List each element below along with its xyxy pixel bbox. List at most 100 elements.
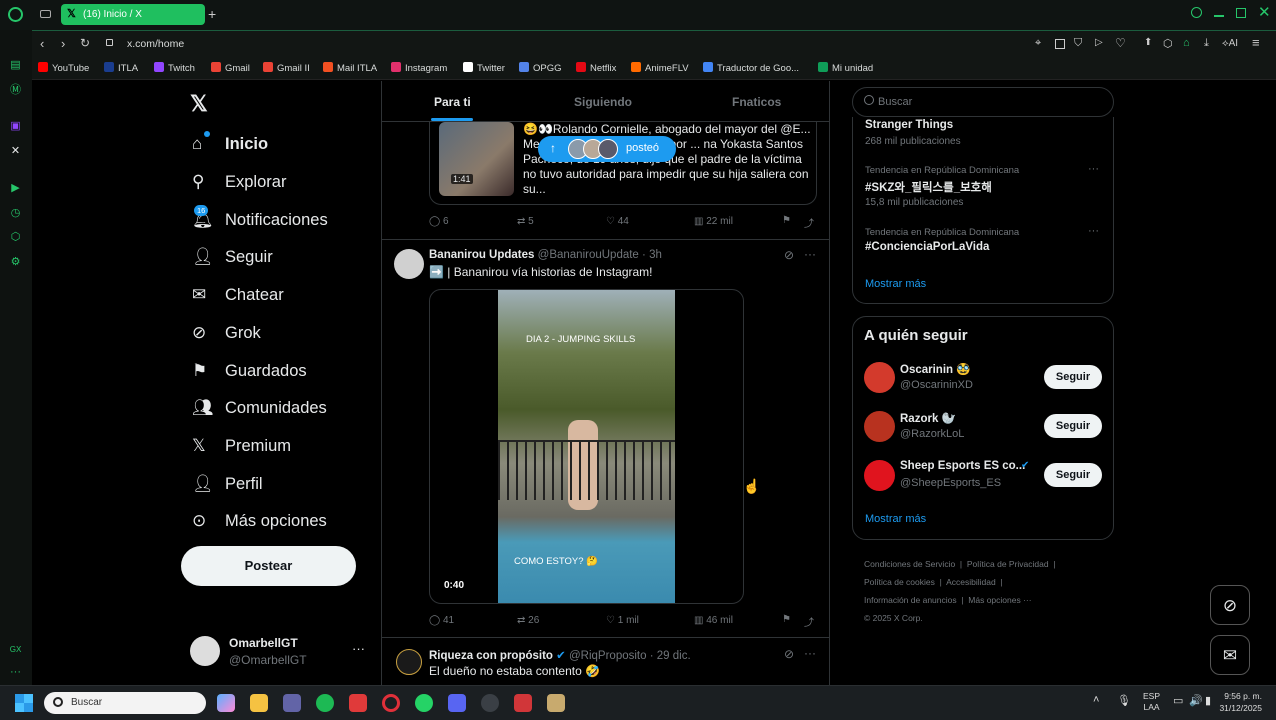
follow-name[interactable]: Sheep Esports ES co...	[900, 460, 1025, 472]
bookmark-item[interactable]: Gmail II	[263, 62, 310, 74]
vpn-icon[interactable]: ⬆	[1144, 37, 1152, 48]
pin-icon[interactable]: ⌖	[1035, 37, 1041, 50]
author-handle[interactable]: @RiqProposito	[569, 650, 647, 662]
more-side-icon[interactable]: ···	[9, 666, 22, 679]
bookmark-item[interactable]: Mi unidad	[818, 62, 873, 74]
follow-button[interactable]: Seguir	[1044, 365, 1102, 389]
share-icon[interactable]: ⤴	[804, 215, 814, 230]
avatar[interactable]	[864, 362, 895, 393]
forward-icon[interactable]: ›	[61, 36, 65, 51]
tab-para-ti[interactable]: Para ti	[434, 95, 471, 109]
search-tabs-icon[interactable]	[1191, 7, 1202, 18]
history-icon[interactable]: ◷	[9, 207, 22, 220]
author-name[interactable]: Riqueza con propósito	[429, 650, 553, 662]
tab-fnaticos[interactable]: Fnaticos	[732, 95, 781, 109]
bookmark-item[interactable]: Gmail	[211, 62, 250, 74]
follow-button[interactable]: Seguir	[1044, 463, 1102, 487]
follow-name[interactable]: Oscarinin 🥸	[900, 362, 971, 376]
clock[interactable]: 9:56 p. m. 31/12/2025	[1214, 690, 1262, 714]
bookmark-item[interactable]: Netflix	[576, 62, 616, 74]
battery-icon[interactable]: ▮	[1205, 694, 1211, 707]
post-button[interactable]: Postear	[181, 546, 356, 586]
snapshot-icon[interactable]	[1055, 39, 1065, 49]
gx-icon[interactable]: GX	[9, 643, 22, 656]
mic-icon[interactable]: 🎙	[1117, 694, 1131, 707]
heart-icon[interactable]: ♡	[1115, 36, 1126, 50]
ai-button[interactable]: ⟡AI	[1222, 38, 1238, 49]
avatar[interactable]	[864, 411, 895, 442]
grok-icon[interactable]: ⊘	[784, 647, 794, 661]
avatar[interactable]	[864, 460, 895, 491]
bookmark-item[interactable]: Twitter	[463, 62, 505, 74]
settings-icon[interactable]: ⚙	[9, 256, 22, 269]
discord-icon[interactable]	[448, 694, 466, 712]
trend-title[interactable]: Stranger Things	[865, 119, 953, 131]
bookmark-item[interactable]: Mail ITLA	[323, 62, 377, 74]
close-window-icon[interactable]: ✕	[1258, 3, 1271, 21]
footer-link[interactable]: Accesibilidad	[946, 577, 996, 587]
steam-icon[interactable]	[481, 694, 499, 712]
avatar[interactable]	[394, 249, 424, 279]
minimize-icon[interactable]	[1214, 15, 1224, 17]
lang-indicator[interactable]: ESP LAA	[1143, 691, 1160, 713]
tweet-time[interactable]: 29 dic.	[657, 650, 691, 662]
tweet-2[interactable]: Bananirou Updates @BananirouUpdate · 3h …	[382, 241, 829, 638]
bookmark-icon[interactable]: ⚑	[782, 614, 791, 625]
tab-x-home[interactable]: 𝕏 (16) Inicio / X	[61, 4, 205, 25]
reply-action[interactable]: ◯ 6	[429, 216, 449, 227]
follow-name[interactable]: Razork 🦭	[900, 411, 956, 425]
video-player[interactable]: DIA 2 - JUMPING SKILLS COMO ESTOY? 🤔 0:4…	[429, 289, 744, 604]
volume-icon[interactable]: 🔊	[1189, 694, 1203, 707]
tweet-1-thumbnail[interactable]: 1:41	[439, 122, 514, 196]
trend-title[interactable]: #ConcienciaPorLaVida	[865, 241, 989, 253]
avatar[interactable]	[396, 649, 422, 675]
aria-icon[interactable]: ▤	[9, 59, 22, 72]
new-tab-icon[interactable]: +	[208, 6, 216, 22]
network-icon[interactable]: ▭	[1173, 694, 1183, 707]
more-dots-icon[interactable]: ···	[804, 247, 816, 261]
messages-float-button[interactable]: ✉	[1210, 635, 1250, 675]
bookmark-item[interactable]: AnimeFLV	[631, 62, 689, 74]
taskbar-search[interactable]: Buscar	[44, 692, 206, 714]
share-icon[interactable]: ⤴	[804, 614, 814, 629]
follow-button[interactable]: Seguir	[1044, 414, 1102, 438]
follow-show-more[interactable]: Mostrar más	[865, 513, 926, 525]
views-action[interactable]: ▥ 22 mil	[694, 216, 733, 227]
download-icon[interactable]: ⤓	[1204, 37, 1209, 50]
like-action[interactable]: ♡ 44	[606, 216, 629, 227]
shield-icon[interactable]: ⛉	[1074, 37, 1082, 50]
tweet-3[interactable]: Riqueza con propósito ✔ @RiqProposito · …	[382, 639, 829, 685]
tray-chevron-icon[interactable]: ˄	[1093, 694, 1099, 706]
player-icon[interactable]: ▶	[9, 182, 22, 195]
account-switcher[interactable]: OmarbellGT @OmarbellGT ···	[190, 635, 376, 671]
views-action[interactable]: ▥ 46 mil	[694, 615, 733, 626]
trend-more-icon[interactable]: ···	[1088, 163, 1099, 175]
footer-link[interactable]: Más opciones ···	[968, 595, 1031, 605]
league-icon[interactable]	[547, 694, 565, 712]
wallet-icon[interactable]: ⌂	[1183, 37, 1190, 49]
tweet-time[interactable]: 3h	[649, 249, 662, 261]
maximize-icon[interactable]	[1236, 8, 1246, 18]
maps-icon[interactable]: Ⓜ	[9, 84, 22, 97]
bookmark-item[interactable]: ITLA	[104, 62, 138, 74]
x-logo-icon[interactable]: 𝕏	[190, 91, 208, 117]
bookmark-item[interactable]: Instagram	[391, 62, 447, 74]
footer-link[interactable]: Política de Privacidad	[967, 559, 1049, 569]
spotify-icon[interactable]	[316, 694, 334, 712]
app-red-icon[interactable]	[349, 694, 367, 712]
author-handle[interactable]: @BananirouUpdate	[538, 249, 639, 261]
reload-icon[interactable]: ↻	[80, 36, 90, 50]
whatsapp-icon[interactable]	[415, 694, 433, 712]
footer-link[interactable]: Condiciones de Servicio	[864, 559, 955, 569]
more-dots-icon[interactable]: ···	[804, 646, 816, 660]
opera-taskbar-icon[interactable]	[382, 694, 400, 712]
tab-list-icon[interactable]	[40, 10, 51, 18]
trend-more-icon[interactable]: ···	[1088, 225, 1099, 237]
trends-show-more[interactable]: Mostrar más	[865, 278, 926, 290]
grok-float-button[interactable]: ⊘	[1210, 585, 1250, 625]
extensions-icon[interactable]: ⬡	[1163, 37, 1173, 50]
new-posts-pill[interactable]: ↑ posteó	[538, 136, 676, 162]
bookmark-item[interactable]: Twitch	[154, 62, 195, 74]
author-name[interactable]: Bananirou Updates	[429, 249, 534, 261]
bookmark-item[interactable]: YouTube	[38, 62, 89, 74]
